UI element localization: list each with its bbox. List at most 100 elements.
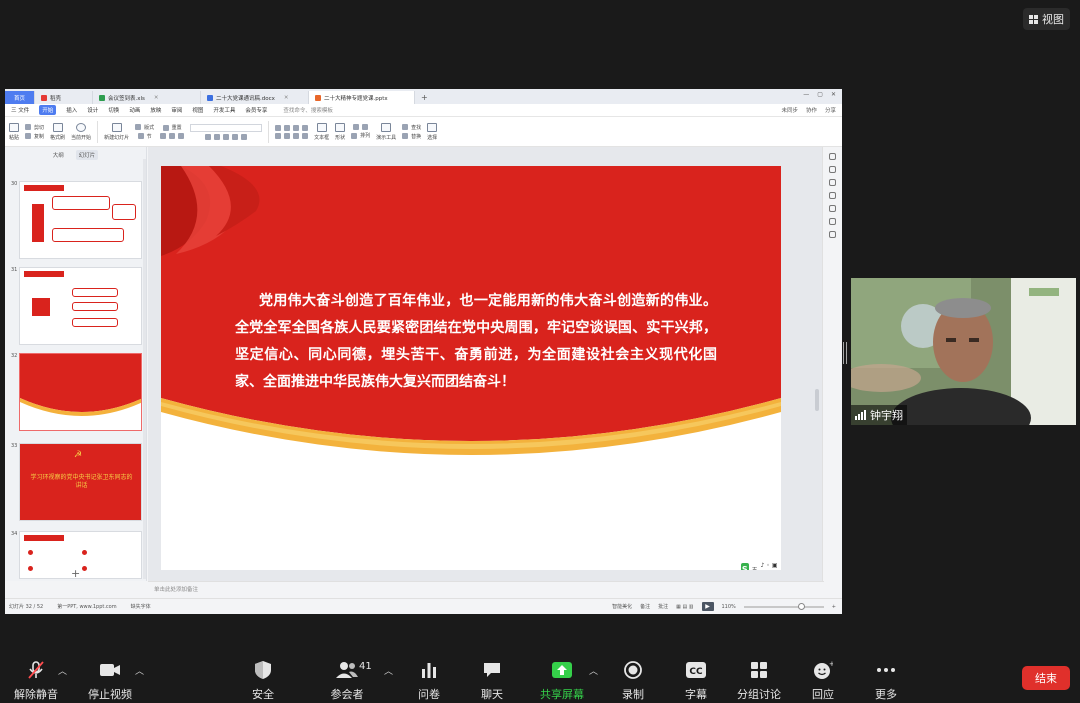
zoom-slider[interactable] [743,602,824,610]
security-button[interactable]: 安全 [228,660,298,702]
command-search[interactable]: 查找命令、搜索模板 [283,106,333,114]
tab-docer[interactable]: 稻壳 [35,91,93,104]
tab-slides[interactable]: 幻灯片 [75,149,99,160]
video-options-chevron-icon[interactable]: ︿ [135,664,144,677]
cursor-icon [427,122,438,132]
smart-beautify-button[interactable]: 智能美化 [612,603,632,610]
find-button[interactable]: 查找 替换 [402,124,421,140]
tab-xls[interactable]: 会议签到表.xls ✕ [93,91,201,104]
reset-button[interactable]: 重置 [160,124,185,139]
menu-file[interactable]: 三 文件 [11,106,29,114]
slide-thumbnail[interactable] [19,267,142,345]
paragraph-controls[interactable] [275,124,309,139]
more-button[interactable]: 更多 [851,660,921,702]
tab-docx[interactable]: 二十大党课通讯稿.docx ✕ [201,91,309,104]
section-icon [137,133,144,139]
tab-home[interactable]: 首页 [5,91,35,104]
menu-member[interactable]: 会员专享 [245,106,267,114]
textbox-button[interactable]: 文本框 [314,122,329,141]
breakout-icon [748,660,770,680]
view-button[interactable]: 视图 [1023,8,1070,30]
participant-video[interactable]: 钟宇翔 [851,278,1076,425]
close-icon[interactable]: ✕ [831,91,836,98]
cut-button[interactable]: 剪切 复制 [25,124,44,140]
slide-scrollbar[interactable] [815,159,819,579]
font-name-select[interactable] [190,123,263,132]
grid-icon [1029,14,1038,24]
tab-pptx[interactable]: 二十大精神专题党课.pptx [309,91,415,104]
resize-handle[interactable] [843,342,847,364]
export-icon[interactable] [829,231,836,238]
new-slide-button[interactable]: 新建幻灯片 [104,122,129,141]
share-screen-button[interactable]: 共享屏幕 [527,660,597,702]
copy-icon[interactable] [829,179,836,186]
end-meeting-button[interactable]: 结束 [1022,666,1070,690]
help-icon[interactable] [829,192,836,199]
wps-menubar: 三 文件 开始 插入 设计 切换 动画 放映 审阅 视图 开发工具 会员专享 查… [5,104,842,117]
slide-thumbnail-selected[interactable] [19,353,142,431]
image-icon[interactable] [829,205,836,212]
italic-icon [169,133,176,139]
new-tab-button[interactable]: + [415,91,434,104]
format-painter-button[interactable]: 格式刷 [50,122,65,141]
tab-outline[interactable]: 大纲 [53,151,64,159]
slide-thumbnail[interactable]: ☭ 学习环视察的党中央书记张卫东同志的讲话 [19,443,142,521]
comments-toggle[interactable]: 批注 [658,603,668,610]
menu-slideshow[interactable]: 放映 [150,106,161,114]
menu-animation[interactable]: 动画 [129,106,140,114]
menu-design[interactable]: 设计 [87,106,98,114]
menu-insert[interactable]: 插入 [66,106,77,114]
layout-button[interactable]: 版式节 [135,124,154,140]
current-slide[interactable]: 党用伟大奋斗创造了百年伟业，也一定能用新的伟大奋斗创造新的伟业。全党全军全国各族… [161,166,781,570]
star-icon[interactable] [829,166,836,173]
arrange-icon [351,132,358,139]
view-normal-icon[interactable]: ▦ ▤ ▥ [676,604,693,610]
sync-status[interactable]: 未同步 [781,106,798,114]
menu-start[interactable]: 开始 [39,105,57,115]
menu-view[interactable]: 视图 [192,106,203,114]
play-current-button[interactable]: 当前开始 [71,122,91,141]
zoom-level[interactable]: 110% [722,604,736,610]
slideshow-play-button[interactable]: ▶ [701,602,714,611]
shape-button[interactable]: 形状 [335,122,345,141]
paste-button[interactable]: 粘贴 [9,122,19,141]
menu-transition[interactable]: 切换 [108,106,119,114]
poll-button[interactable]: 问卷 [394,660,464,702]
close-icon[interactable]: ✕ [284,95,289,101]
minimize-icon[interactable]: — [803,91,809,98]
location-icon[interactable] [829,218,836,225]
record-button[interactable]: 录制 [598,660,668,702]
thumbnail-scrollbar[interactable] [143,159,146,579]
close-icon[interactable]: ✕ [154,95,159,101]
menu-right: 未同步 协作 分享 [781,106,836,114]
collab-button[interactable]: 协作 [806,106,817,114]
chat-button[interactable]: 聊天 [457,660,527,702]
menu-review[interactable]: 审阅 [171,106,182,114]
select-button[interactable]: 选择 [427,122,438,141]
meeting-toolbar: 解除静音 ︿ 停止视频 ︿ 安全 参会者 41 ︿ 问卷 聊天 共享屏幕 ︿ 录… [0,652,1080,703]
breakout-rooms-button[interactable]: 分组讨论 [724,660,794,702]
slide-body-text[interactable]: 党用伟大奋斗创造了百年伟业，也一定能用新的伟大奋斗创造新的伟业。全党全军全国各族… [235,288,717,396]
zoom-in-icon[interactable]: + [832,604,836,610]
audio-options-chevron-icon[interactable]: ︿ [58,664,67,677]
missing-font-button[interactable]: 缺失字体 [131,603,151,610]
presentation-tools-button[interactable]: 演示工具 [376,122,396,141]
share-button[interactable]: 分享 [825,106,836,114]
maximize-icon[interactable]: ▢ [817,91,823,98]
share-options-chevron-icon[interactable]: ︿ [589,664,598,677]
notes-pane[interactable]: 单击此处添加备注 [148,581,824,595]
properties-icon[interactable] [829,153,836,160]
menu-developer[interactable]: 开发工具 [213,106,235,114]
captions-button[interactable]: CC 字幕 [661,660,731,702]
add-slide-button[interactable]: + [71,567,80,580]
signal-bars-icon [855,410,866,420]
font-controls[interactable] [190,123,263,140]
notes-toggle[interactable]: 备注 [640,603,650,610]
wps-floating-bar[interactable]: S 五 ♪ ◦ ▣ ▤ ▦ [741,562,781,570]
arrange-button[interactable]: 排列 [351,124,370,139]
slide-thumbnail[interactable] [19,531,142,579]
shared-screen: 首页 稻壳 会议签到表.xls ✕ 二十大党课通讯稿.docx ✕ 二十大精神专题党… [5,89,842,614]
reactions-button[interactable]: + 回应 [788,660,858,702]
slide-thumbnail[interactable] [19,181,142,259]
participants-chevron-icon[interactable]: ︿ [384,664,393,677]
